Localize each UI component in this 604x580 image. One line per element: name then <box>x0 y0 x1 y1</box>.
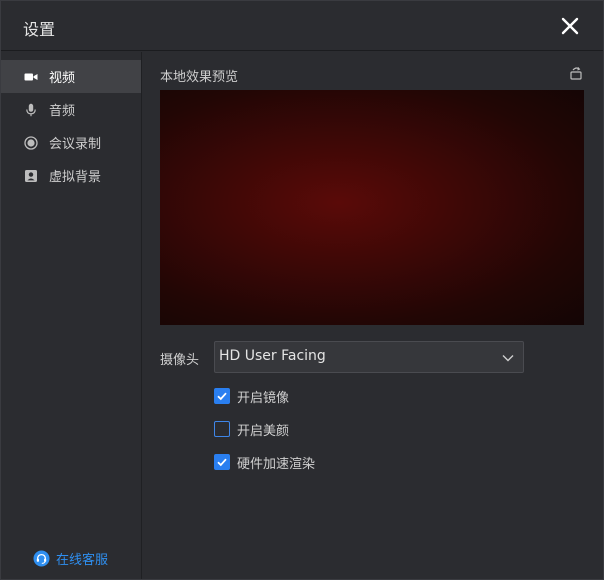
beauty-option[interactable]: 开启美颜 <box>214 420 290 439</box>
video-settings-panel: 本地效果预览 摄像头 HD User Facing 开启镜像 开启美颜 硬件加速… <box>143 52 603 579</box>
camera-select-value: HD User Facing <box>219 348 326 364</box>
checkmark-icon <box>217 458 227 467</box>
sidebar-item-label: 虚拟背景 <box>49 170 102 185</box>
chevron-down-icon <box>502 355 514 362</box>
rotate-preview-button[interactable] <box>568 65 584 81</box>
mirror-option[interactable]: 开启镜像 <box>214 387 290 406</box>
sidebar: 视频 音频 会议录制 虚拟背景 在线客服 <box>1 52 142 579</box>
hardware-acceleration-label: 硬件加速渲染 <box>237 456 316 472</box>
sidebar-item-recording[interactable]: 会议录制 <box>1 126 141 159</box>
camera-select[interactable]: HD User Facing <box>214 341 524 373</box>
headset-icon <box>33 550 50 566</box>
close-icon <box>561 17 579 35</box>
sidebar-item-video[interactable]: 视频 <box>1 60 141 93</box>
portrait-icon <box>24 169 38 183</box>
mirror-checkbox[interactable] <box>214 388 230 404</box>
video-preview <box>160 90 584 325</box>
settings-window: 设置 视频 音频 会议录制 虚拟背景 在线客服 本地效果预览 摄像头 HD Us… <box>0 0 604 580</box>
checkmark-icon <box>217 392 227 401</box>
sidebar-item-audio[interactable]: 音频 <box>1 93 141 126</box>
hardware-acceleration-option[interactable]: 硬件加速渲染 <box>214 453 316 472</box>
close-button[interactable] <box>557 13 583 39</box>
beauty-checkbox[interactable] <box>214 421 230 437</box>
rotate-icon <box>570 67 582 80</box>
mirror-label: 开启镜像 <box>237 390 290 406</box>
preview-title: 本地效果预览 <box>160 70 239 85</box>
sidebar-item-virtual-background[interactable]: 虚拟背景 <box>1 159 141 192</box>
window-title: 设置 <box>23 20 56 39</box>
camera-label: 摄像头 <box>160 353 200 368</box>
sidebar-item-label: 音频 <box>49 104 76 119</box>
video-camera-icon <box>24 70 38 84</box>
beauty-label: 开启美颜 <box>237 423 290 439</box>
online-support-label: 在线客服 <box>56 552 109 568</box>
title-bar: 设置 <box>1 1 603 51</box>
sidebar-item-label: 视频 <box>49 71 76 86</box>
record-icon <box>24 135 38 150</box>
online-support-link[interactable]: 在线客服 <box>33 548 108 568</box>
microphone-icon <box>24 103 38 117</box>
sidebar-item-label: 会议录制 <box>49 137 102 152</box>
hardware-acceleration-checkbox[interactable] <box>214 454 230 470</box>
